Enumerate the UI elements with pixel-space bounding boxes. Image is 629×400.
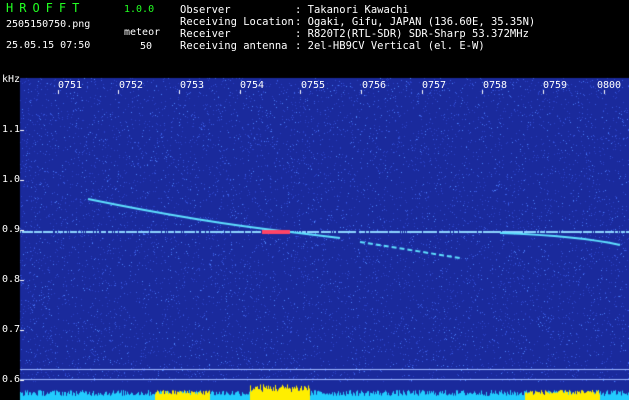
y-tick-label: 1.1 (2, 124, 21, 135)
station-key: Receiving Location (180, 16, 294, 28)
station-row-location: Receiving Location: Ogaki, Gifu, JAPAN (… (180, 16, 535, 28)
y-tick-label: 0.6 (2, 374, 21, 385)
datetime: 25.05.15 07:50 (6, 40, 91, 51)
station-value: : Ogaki, Gifu, JAPAN (136.60E, 35.35N) (295, 16, 536, 28)
time-tick-label: 0752 (119, 80, 144, 91)
station-key: Receiving antenna (180, 40, 288, 52)
time-tick-label: 0755 (301, 80, 326, 91)
time-tick-label: 0759 (543, 80, 568, 91)
y-tick-label: 0.7 (2, 324, 21, 335)
station-row-observer: Observer : Takanori Kawachi (180, 4, 409, 16)
meteor-count: 50 (140, 41, 153, 52)
filename: 2505150750.png (6, 19, 91, 30)
meteor-label: meteor (124, 27, 161, 38)
time-tick-label: 0758 (483, 80, 508, 91)
time-tick-label: 0756 (362, 80, 387, 91)
frequency-unit-label: kHz (2, 74, 21, 85)
spectrogram-canvas (0, 0, 629, 400)
station-row-antenna: Receiving antenna : 2el-HB9CV Vertical (e… (180, 40, 485, 52)
station-value: : Takanori Kawachi (295, 4, 409, 16)
station-value: : 2el-HB9CV Vertical (el. E-W) (295, 40, 485, 52)
time-tick-label: 0757 (422, 80, 447, 91)
y-tick-label: 1.0 (2, 174, 21, 185)
time-tick-label: 0754 (240, 80, 265, 91)
station-row-receiver: Receiver : R820T2(RTL-SDR) SDR-Sharp 53.3… (180, 28, 529, 40)
time-tick-label: 0753 (180, 80, 205, 91)
app-version: 1.0.0 (124, 4, 155, 15)
y-tick-label: 0.9 (2, 224, 21, 235)
y-tick-label: 0.8 (2, 274, 21, 285)
app-title: HROFFT (6, 1, 86, 15)
time-tick-label: 0800 (597, 80, 622, 91)
station-value: : R820T2(RTL-SDR) SDR-Sharp 53.372MHz (295, 28, 529, 40)
station-key: Observer (180, 4, 231, 16)
station-key: Receiver (180, 28, 231, 40)
time-tick-label: 0751 (58, 80, 83, 91)
